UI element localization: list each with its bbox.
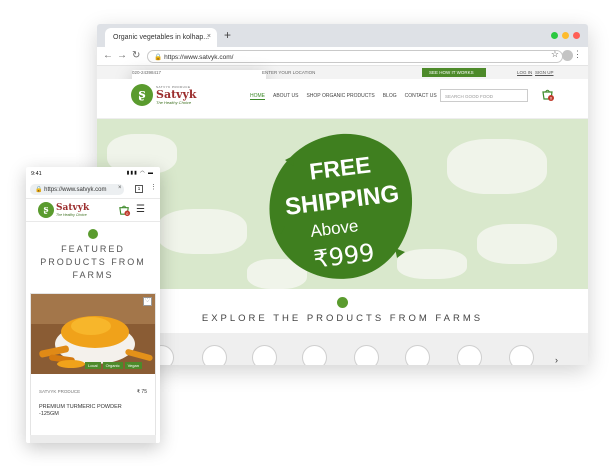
tab-close-icon[interactable]: × — [207, 33, 211, 40]
mobile-menu-kebab-icon[interactable]: ⋮ — [150, 183, 157, 191]
logo-emblem-icon: ʂ — [131, 84, 153, 106]
explore-title: EXPLORE THE PRODUCTS FROM FARMS — [201, 313, 484, 324]
desktop-browser-window: Organic vegetables in kolhap... × + ← → … — [97, 24, 588, 365]
product-name[interactable]: PREMIUM TURMERIC POWDER -125GM — [39, 404, 129, 418]
bookmark-star-icon[interactable]: ☆ — [551, 49, 559, 60]
maximize-button[interactable] — [551, 32, 558, 39]
reload-icon[interactable]: ↻ — [132, 50, 140, 61]
category-personal-care-icon[interactable] — [509, 345, 534, 365]
location-selector[interactable]: ENTER YOUR LOCATION — [262, 70, 315, 75]
featured-title: FEATURED PRODUCTS FROM FARMS — [40, 244, 146, 280]
mobile-logo-wordmark: Satvyk — [56, 202, 90, 213]
lock-icon: 🔒 — [35, 187, 43, 193]
browser-tab-strip: Organic vegetables in kolhap... × + — [97, 24, 588, 47]
browser-menu-icon[interactable]: ⋮ — [573, 49, 582, 60]
mobile-site-header: ʂ Satvyk The Healthy Choice 0 ☰ — [26, 198, 160, 222]
window-controls — [551, 32, 580, 39]
nav-shop-organic-products[interactable]: SHOP ORGANIC PRODUCTS — [306, 93, 374, 100]
featured-section: FEATURED PRODUCTS FROM FARMS — [26, 229, 160, 282]
tag-local: Local — [85, 362, 101, 369]
minimize-button[interactable] — [562, 32, 569, 39]
site-header: ʂ SATVYK PRODUCE Satvyk The Healthy Choi… — [97, 79, 588, 119]
free-shipping-badge: FREE SHIPPING Above ₹999 — [269, 133, 413, 279]
back-arrow-icon[interactable]: ← — [103, 50, 113, 61]
logo-wordmark: Satvyk — [156, 88, 197, 101]
tab-switcher-icon[interactable]: 1 — [135, 185, 143, 193]
mobile-cart-count: 0 — [126, 212, 128, 216]
search-input[interactable]: SEARCH GOOD FOOD — [440, 89, 528, 102]
close-window-button[interactable] — [573, 32, 580, 39]
cart-icon[interactable]: 0 — [541, 88, 555, 102]
mobile-site-logo[interactable]: ʂ Satvyk The Healthy Choice — [38, 202, 89, 218]
tab-title: Organic vegetables in kolhap... — [113, 34, 210, 41]
signal-battery-icon: ▮▮▮ ◠ ▬ — [126, 170, 154, 176]
site-logo[interactable]: ʂ SATVYK PRODUCE Satvyk The Healthy Choi… — [131, 84, 197, 106]
product-image-turmeric[interactable]: ♡ Local Organic Vegan — [31, 294, 155, 374]
screenshot-stage: Organic vegetables in kolhap... × + ← → … — [0, 0, 612, 466]
browser-tab[interactable]: Organic vegetables in kolhap... × — [105, 28, 217, 47]
signup-link[interactable]: SIGN UP — [535, 70, 554, 75]
category-pantry-icon[interactable] — [302, 345, 327, 365]
next-arrow-icon[interactable]: › — [555, 355, 558, 365]
product-brand: SATVYK PRODUCE — [39, 389, 81, 394]
lock-icon: 🔒 — [154, 54, 163, 61]
site-top-strip: 020-24398417 ENTER YOUR LOCATION SEE HOW… — [97, 66, 588, 346]
status-time: 9:41 — [31, 171, 42, 177]
mobile-device-view: 9:41 ▮▮▮ ◠ ▬ 🔒 https://www.satvyk.com × … — [26, 167, 160, 443]
profile-avatar[interactable] — [562, 50, 573, 61]
address-bar-row: ← → ↻ 🔒 https://www.satvyk.com/ ☆ ⋮ — [97, 47, 588, 66]
tag-organic: Organic — [102, 362, 123, 369]
category-grains-icon[interactable] — [252, 345, 277, 365]
mobile-status-bar: 9:41 ▮▮▮ ◠ ▬ — [26, 167, 160, 181]
new-tab-button[interactable]: + — [224, 28, 231, 42]
category-beverages-icon[interactable] — [405, 345, 430, 365]
tag-vegan: Vegan — [124, 362, 142, 369]
login-link[interactable]: LOG IN — [517, 70, 532, 75]
nav-blog[interactable]: BLOG — [383, 93, 397, 100]
leaf-emblem-icon — [337, 297, 348, 308]
product-tags: Local Organic Vegan — [85, 362, 142, 369]
main-nav: HOME ABOUT US SHOP ORGANIC PRODUCTS BLOG… — [250, 93, 437, 100]
mobile-url-text: https://www.satvyk.com — [44, 187, 107, 193]
leaf-emblem-icon — [88, 229, 98, 239]
mobile-cart-icon[interactable]: 0 — [118, 204, 131, 217]
category-snacks-icon[interactable] — [457, 345, 482, 365]
nav-contact-us[interactable]: CONTACT US — [405, 93, 437, 100]
explore-section: EXPLORE THE PRODUCTS FROM FARMS — [97, 289, 588, 333]
how-it-works-button[interactable]: SEE HOW IT WORKS — [422, 68, 486, 77]
url-text: https://www.satvyk.com/ — [164, 54, 234, 61]
url-field[interactable]: 🔒 https://www.satvyk.com/ — [147, 50, 563, 63]
hamburger-menu-icon[interactable]: ☰ — [136, 204, 145, 215]
forward-arrow-icon[interactable]: → — [117, 50, 127, 61]
wishlist-heart-icon[interactable]: ♡ — [143, 297, 152, 306]
category-oils-icon[interactable] — [202, 345, 227, 365]
logo-emblem-icon: ʂ — [38, 202, 54, 218]
mobile-logo-tagline: The Healthy Choice — [56, 212, 87, 217]
logo-tagline: The Healthy Choice — [156, 100, 192, 105]
clear-url-icon[interactable]: × — [118, 185, 122, 191]
category-juices-icon[interactable] — [354, 345, 379, 365]
product-price: ₹ 75 — [136, 389, 147, 395]
nav-home[interactable]: HOME — [250, 93, 265, 100]
category-strip: › — [97, 333, 588, 365]
product-card[interactable]: ♡ Local Organic Vegan SATVYK PRODUCE ₹ 7… — [30, 293, 156, 443]
free-shipping-banner[interactable]: FREE SHIPPING Above ₹999 — [97, 119, 588, 289]
nav-about-us[interactable]: ABOUT US — [273, 93, 298, 100]
next-card-peek — [30, 435, 156, 443]
mobile-url-field[interactable]: 🔒 https://www.satvyk.com — [30, 184, 124, 195]
